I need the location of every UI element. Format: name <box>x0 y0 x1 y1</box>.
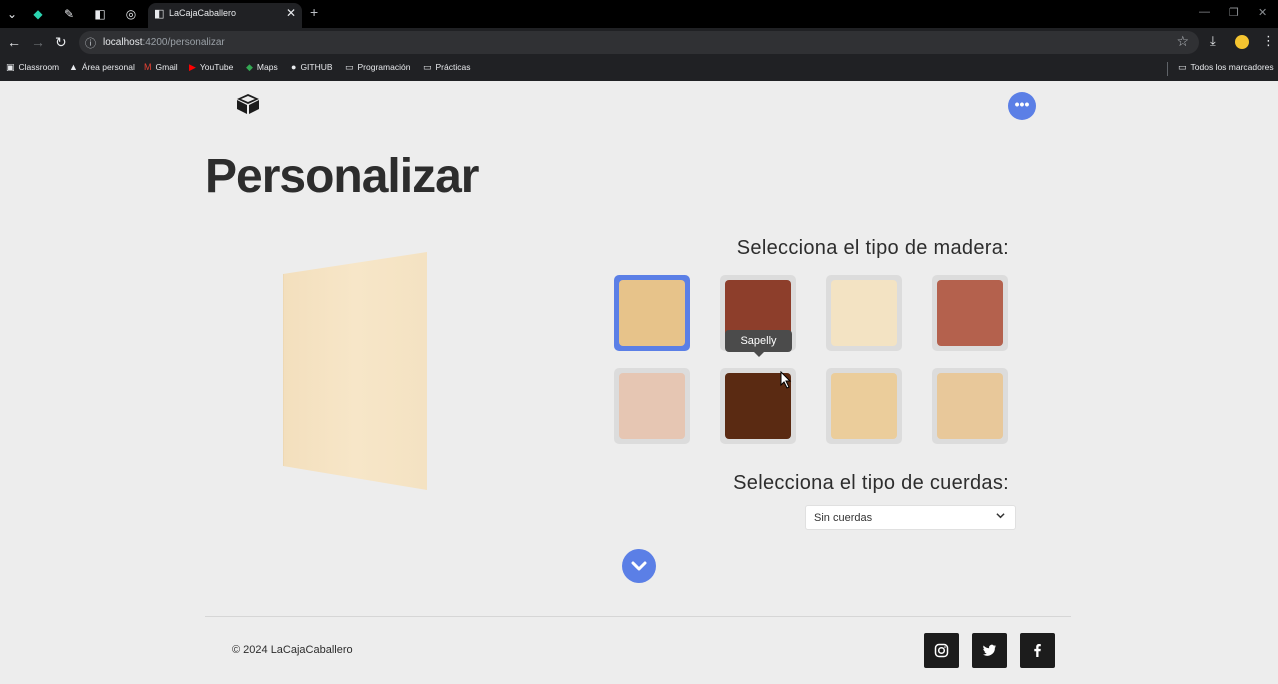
facebook-icon <box>1034 644 1041 657</box>
tab-title: LaCajaCaballero <box>169 8 237 18</box>
wood-swatch[interactable] <box>614 368 690 444</box>
box-3d-preview[interactable] <box>283 252 428 492</box>
tab-active[interactable]: ◧ LaCajaCaballero ✕ <box>148 3 302 28</box>
bookmarks-divider <box>1167 62 1168 76</box>
bookmark-maps[interactable]: ◆ Maps <box>246 62 278 73</box>
page-title: Personalizar <box>205 150 479 203</box>
bookmark-folder-practicas[interactable]: ▭ Prácticas <box>423 62 470 73</box>
wood-texture <box>831 373 897 439</box>
pinned-tab-4[interactable]: ◎ <box>123 6 139 22</box>
bookmark-gmail[interactable]: M Gmail <box>144 62 178 72</box>
classroom-icon: ▣ <box>6 62 15 72</box>
pinned-tab-1[interactable]: ◆ <box>30 6 46 22</box>
chevron-down-icon <box>631 561 647 571</box>
pinned-tab-3[interactable]: ◧ <box>92 6 108 22</box>
bookmark-all-folder[interactable]: ▭ Todos los marcadores <box>1178 62 1274 73</box>
wood-texture <box>619 280 685 346</box>
page-content: ••• Personalizar Selecciona el tipo de m… <box>0 81 1278 684</box>
wood-tooltip: Sapelly <box>725 330 792 357</box>
twitter-icon <box>983 644 996 656</box>
download-icon[interactable]: ⤓ <box>1210 33 1216 49</box>
wood-texture <box>937 280 1003 346</box>
pinned-tab-2[interactable]: ✎ <box>61 6 77 22</box>
bookmark-star-icon[interactable]: ☆ <box>1176 33 1189 50</box>
bookmark-folder-programacion[interactable]: ▭ Programación <box>345 62 410 73</box>
bookmark-github[interactable]: ● GITHUB <box>291 62 333 72</box>
wood-texture <box>831 280 897 346</box>
strings-type-heading: Selecciona el tipo de cuerdas: <box>733 472 1009 494</box>
wood-type-heading: Selecciona el tipo de madera: <box>736 237 1009 259</box>
chrome-menu-icon[interactable]: ⋮ <box>1262 33 1275 49</box>
wood-swatch[interactable] <box>826 368 902 444</box>
wood-swatch[interactable] <box>932 275 1008 351</box>
twitter-button[interactable] <box>972 633 1007 668</box>
instagram-icon <box>934 643 949 658</box>
mouse-cursor-icon <box>780 371 792 389</box>
navigation-bar: ← → ↻ ⓘ localhost:4200/personalizar ☆ ⤓ … <box>0 28 1278 58</box>
bookmark-area-personal[interactable]: ▲ Área personal <box>69 62 135 72</box>
address-bar[interactable]: ⓘ localhost:4200/personalizar ☆ <box>79 31 1199 54</box>
url-text: localhost:4200/personalizar <box>103 37 225 48</box>
tab-favicon-icon: ◧ <box>154 8 165 20</box>
strings-select[interactable]: Sin cuerdas <box>805 505 1016 530</box>
tab-close-icon[interactable]: ✕ <box>286 6 296 20</box>
copyright-text: © 2024 LaCajaCaballero <box>232 644 353 656</box>
browser-chrome: ⌄ ◆ ✎ ◧ ◎ ◧ LaCajaCaballero ✕ + — ❐ ✕ ← … <box>0 0 1278 81</box>
wood-swatch[interactable] <box>826 275 902 351</box>
new-tab-button[interactable]: + <box>310 4 318 20</box>
site-info-icon[interactable]: ⓘ <box>85 35 96 51</box>
reload-button[interactable]: ↻ <box>55 34 67 51</box>
tab-strip: ⌄ ◆ ✎ ◧ ◎ ◧ LaCajaCaballero ✕ + — ❐ ✕ <box>0 0 1278 28</box>
forward-button[interactable]: → <box>31 34 45 50</box>
footer-divider <box>205 616 1071 617</box>
wood-texture <box>937 373 1003 439</box>
folder-icon: ▭ <box>345 62 354 72</box>
bookmark-classroom[interactable]: ▣ Classroom <box>6 62 59 73</box>
wood-swatch[interactable] <box>932 368 1008 444</box>
tab-search-icon[interactable]: ⌄ <box>4 6 20 22</box>
more-options-button[interactable]: ••• <box>1008 92 1036 120</box>
scroll-down-button[interactable] <box>622 549 656 583</box>
wood-texture <box>619 373 685 439</box>
profile-avatar[interactable] <box>1235 35 1249 49</box>
strings-select-value: Sin cuerdas <box>814 512 873 524</box>
back-button[interactable]: ← <box>7 34 21 50</box>
maps-icon: ◆ <box>246 62 253 72</box>
gmail-icon: M <box>144 62 152 72</box>
moodle-icon: ▲ <box>69 62 78 72</box>
instagram-button[interactable] <box>924 633 959 668</box>
minimize-button[interactable]: — <box>1199 6 1210 18</box>
box-logo-icon[interactable] <box>236 93 260 115</box>
bookmarks-bar: ▣ Classroom ▲ Área personal M Gmail ▶ YouTub… <box>0 58 1278 81</box>
chevron-down-icon <box>996 513 1005 519</box>
facebook-button[interactable] <box>1020 633 1055 668</box>
folder-icon: ▭ <box>423 62 432 72</box>
wood-swatch[interactable] <box>614 275 690 351</box>
youtube-icon: ▶ <box>189 62 196 72</box>
folder-icon: ▭ <box>1178 62 1187 72</box>
maximize-button[interactable]: ❐ <box>1229 6 1239 19</box>
ellipsis-icon: ••• <box>1014 96 1030 112</box>
close-window-button[interactable]: ✕ <box>1258 6 1267 19</box>
github-icon: ● <box>291 62 297 72</box>
bookmark-youtube[interactable]: ▶ YouTube <box>189 62 233 73</box>
